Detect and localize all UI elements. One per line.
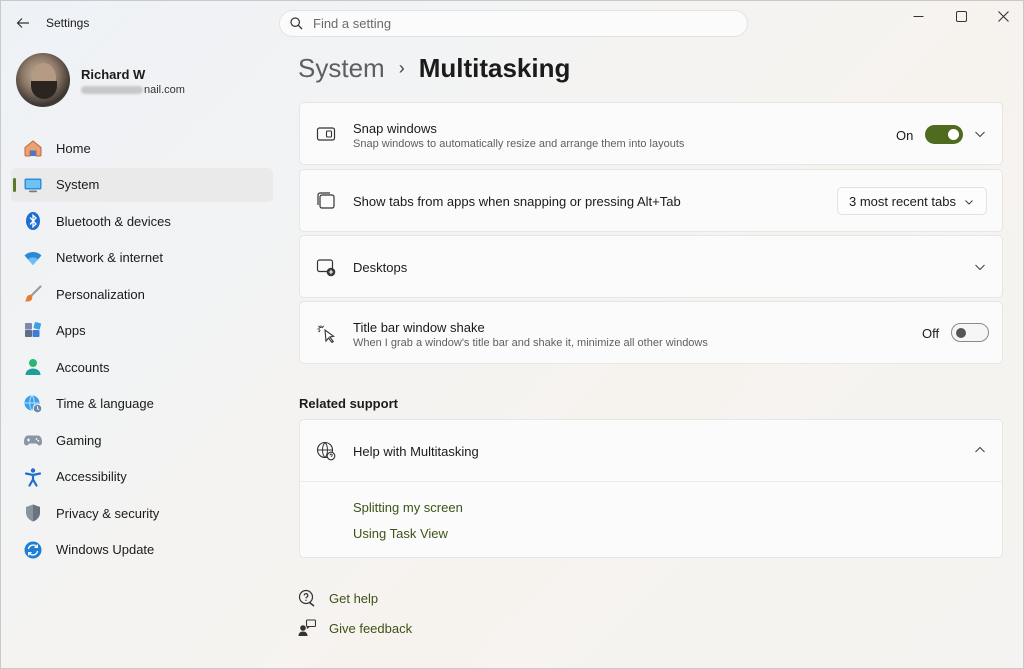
shield-icon xyxy=(23,503,43,523)
snap-windows-description: Snap windows to automatically resize and… xyxy=(353,138,685,150)
get-help-link[interactable]: Get help xyxy=(329,591,378,606)
sidebar-item-system[interactable]: System xyxy=(11,167,273,202)
breadcrumb-separator: › xyxy=(398,58,405,78)
sidebar-item-label: Personalization xyxy=(56,286,145,302)
alt-tab-icon xyxy=(316,191,336,211)
avatar-beard xyxy=(31,81,57,99)
profile-email-domain: nail.com xyxy=(144,84,185,96)
sidebar-item-bluetooth[interactable]: Bluetooth & devices xyxy=(11,204,273,238)
sidebar-item-label: Accounts xyxy=(56,359,110,375)
chevron-down-icon[interactable] xyxy=(972,126,988,142)
sidebar-item-label: Privacy & security xyxy=(56,505,160,521)
chevron-down-icon[interactable] xyxy=(972,259,988,275)
profile-email: nail.com xyxy=(81,84,185,96)
close-button[interactable] xyxy=(982,1,1024,31)
search-icon xyxy=(290,17,303,30)
sidebar-item-label: Time & language xyxy=(56,396,154,411)
maximize-button[interactable] xyxy=(940,1,982,31)
dropdown-value: 3 most recent tabs xyxy=(849,193,956,209)
snap-windows-state: On xyxy=(896,128,914,143)
minimize-icon xyxy=(913,15,923,17)
sidebar-item-label: Home xyxy=(56,140,91,156)
sidebar-item-label: Network & internet xyxy=(56,250,163,265)
window-shake-title: Title bar window shake xyxy=(353,320,485,335)
web-help-icon xyxy=(316,441,336,461)
update-icon xyxy=(23,540,43,560)
window-shake-description: When I grab a window's title bar and sha… xyxy=(353,337,708,349)
get-help-icon xyxy=(298,589,316,607)
help-card: Help with Multitasking Splitting my scre… xyxy=(299,419,1003,558)
sidebar-item-label: System xyxy=(56,177,100,192)
give-feedback-link[interactable]: Give feedback xyxy=(329,621,412,636)
sidebar-item-network[interactable]: Network & internet xyxy=(11,241,273,275)
profile-name: Richard W xyxy=(81,67,146,82)
back-button[interactable] xyxy=(11,11,35,35)
home-icon xyxy=(23,138,43,158)
sidebar-item-home[interactable]: Home xyxy=(11,131,273,165)
cursor-shake-icon xyxy=(316,323,336,343)
chevron-down-icon xyxy=(964,195,974,210)
toggle-knob xyxy=(956,328,966,338)
sidebar-item-accounts[interactable]: Accounts xyxy=(11,350,273,384)
sidebar-item-personalization[interactable]: Personalization xyxy=(11,277,273,311)
apps-icon xyxy=(23,321,43,341)
sidebar-nav: Home System Bluetooth & devices Network … xyxy=(11,131,273,569)
window-shake-state: Off xyxy=(922,326,940,341)
page-title: Multitasking xyxy=(418,53,571,83)
system-icon xyxy=(23,175,43,195)
app-title: Settings xyxy=(46,16,90,30)
feedback-icon xyxy=(298,619,316,637)
sidebar-item-label: Accessibility xyxy=(56,469,127,484)
related-support-heading: Related support xyxy=(299,396,398,411)
avatar[interactable] xyxy=(16,53,70,107)
search-box[interactable] xyxy=(279,10,748,37)
sidebar-item-accessibility[interactable]: Accessibility xyxy=(11,460,273,494)
show-tabs-card: Show tabs from apps when snapping or pre… xyxy=(299,169,1003,232)
wifi-icon xyxy=(23,248,43,268)
maximize-icon xyxy=(955,10,967,22)
close-icon xyxy=(997,10,1009,22)
sidebar-item-label: Gaming xyxy=(56,432,102,448)
search-input[interactable] xyxy=(313,16,713,31)
accounts-icon xyxy=(23,357,43,377)
snap-windows-title: Snap windows xyxy=(353,121,437,136)
snap-windows-card[interactable]: Snap windows Snap windows to automatical… xyxy=(299,102,1003,165)
sidebar-item-label: Bluetooth & devices xyxy=(56,213,171,229)
minimize-button[interactable] xyxy=(897,1,939,31)
help-link-task-view[interactable]: Using Task View xyxy=(353,526,448,541)
email-redaction xyxy=(81,86,143,95)
recent-tabs-dropdown[interactable]: 3 most recent tabs xyxy=(837,187,987,215)
sidebar-item-time-language[interactable]: Time & language xyxy=(11,387,273,421)
breadcrumb-parent[interactable]: System xyxy=(298,53,385,84)
desktops-icon xyxy=(316,257,336,277)
arrow-left-icon xyxy=(16,18,29,28)
sidebar-item-label: Apps xyxy=(56,323,86,338)
sidebar-item-privacy-security[interactable]: Privacy & security xyxy=(11,496,273,530)
show-tabs-title: Show tabs from apps when snapping or pre… xyxy=(353,194,681,209)
gamepad-icon xyxy=(23,430,43,450)
settings-window: Settings Richard W nail.com Home Syst xyxy=(0,0,1024,669)
snap-windows-toggle[interactable] xyxy=(925,125,963,144)
toggle-knob xyxy=(948,129,959,140)
window-shake-toggle[interactable] xyxy=(951,323,989,342)
window-shake-card: Title bar window shake When I grab a win… xyxy=(299,301,1003,364)
bluetooth-icon xyxy=(23,211,43,231)
desktops-card[interactable]: Desktops xyxy=(299,235,1003,298)
sidebar-item-label: Windows Update xyxy=(56,542,155,557)
brush-icon xyxy=(23,284,43,304)
breadcrumb: System › Multitasking xyxy=(298,53,570,84)
sidebar-item-apps[interactable]: Apps xyxy=(11,314,273,348)
help-link-splitting-screen[interactable]: Splitting my screen xyxy=(353,500,463,515)
divider xyxy=(300,481,1002,482)
desktops-title: Desktops xyxy=(353,260,408,275)
globe-clock-icon xyxy=(23,394,43,414)
snap-windows-icon xyxy=(316,124,336,144)
sidebar-item-gaming[interactable]: Gaming xyxy=(11,423,273,457)
accessibility-icon xyxy=(23,467,43,487)
chevron-up-icon[interactable] xyxy=(972,442,988,458)
help-title[interactable]: Help with Multitasking xyxy=(353,444,479,459)
sidebar-item-windows-update[interactable]: Windows Update xyxy=(11,533,273,567)
